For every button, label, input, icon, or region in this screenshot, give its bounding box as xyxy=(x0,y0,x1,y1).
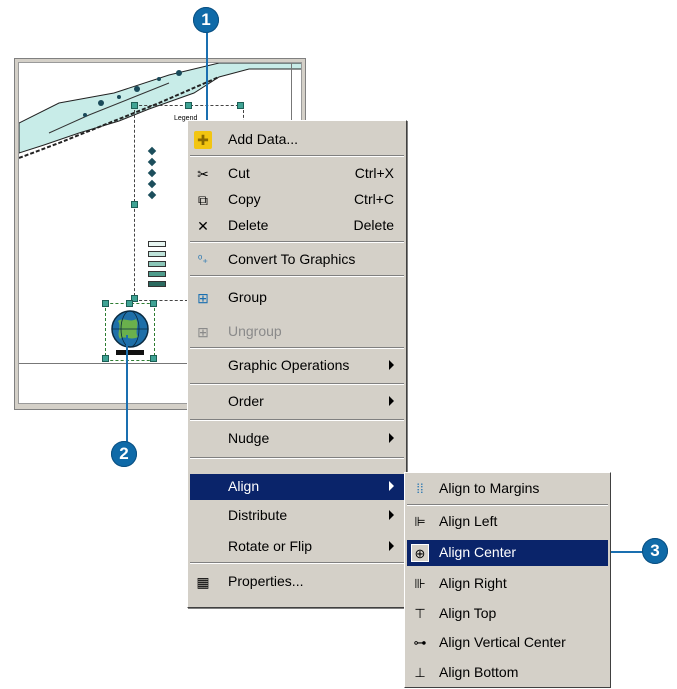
globe-icon xyxy=(111,310,149,348)
submenu-item-align-top[interactable]: ⊤ Align Top xyxy=(407,601,608,627)
align-right-icon: ⊪ xyxy=(414,576,426,591)
callout-2: 2 xyxy=(111,441,137,467)
submenu-arrow-icon xyxy=(389,433,394,443)
menu-item-copy[interactable]: ⧉ Copy Ctrl+C xyxy=(190,187,404,213)
callout-leader-line xyxy=(206,28,208,128)
menu-item-convert-to-graphics[interactable]: ⁰₊ Convert To Graphics xyxy=(190,247,404,273)
legend-symbol xyxy=(148,271,166,277)
selection-handle[interactable] xyxy=(131,201,138,208)
align-top-icon: ⊤ xyxy=(414,606,426,621)
menu-item-delete[interactable]: ✕ Delete Delete xyxy=(190,213,404,239)
delete-x-icon: ✕ xyxy=(197,218,209,234)
selection-handle[interactable] xyxy=(131,102,138,109)
align-submenu: ⁞⁞ Align to Margins ⊫ Align Left ⊕ Align… xyxy=(404,472,611,688)
globe-label xyxy=(116,350,144,355)
submenu-item-align-right[interactable]: ⊪ Align Right xyxy=(407,571,608,597)
submenu-arrow-icon xyxy=(389,481,394,491)
legend-symbol xyxy=(148,261,166,267)
submenu-item-align-center[interactable]: ⊕ Align Center xyxy=(407,540,608,566)
align-center-icon: ⊕ xyxy=(411,544,429,562)
scissors-icon: ✂ xyxy=(197,166,209,182)
menu-separator xyxy=(190,275,404,277)
selection-handle[interactable] xyxy=(102,355,109,362)
align-margins-icon: ⁞⁞ xyxy=(416,481,424,496)
group-icon: ⊞ xyxy=(197,290,209,306)
legend-symbol xyxy=(148,281,166,287)
menu-separator xyxy=(190,562,404,564)
selection-handle[interactable] xyxy=(150,355,157,362)
align-bottom-icon: ⊥ xyxy=(414,665,426,680)
align-left-icon: ⊫ xyxy=(414,514,426,529)
menu-item-cut[interactable]: ✂ Cut Ctrl+X xyxy=(190,161,404,187)
legend-symbol xyxy=(148,251,166,257)
context-menu: ✚ Add Data... ✂ Cut Ctrl+X ⧉ Copy Ctrl+C… xyxy=(187,120,407,608)
menu-separator xyxy=(190,241,404,243)
submenu-arrow-icon xyxy=(389,510,394,520)
submenu-item-align-left[interactable]: ⊫ Align Left xyxy=(407,509,608,535)
add-data-icon: ✚ xyxy=(194,131,212,149)
menu-item-order[interactable]: Order xyxy=(190,389,404,415)
properties-icon: ▦ xyxy=(196,574,210,590)
menu-separator xyxy=(190,155,404,157)
menu-item-distribute[interactable]: Distribute xyxy=(190,503,404,529)
menu-separator xyxy=(190,457,404,459)
selection-handle[interactable] xyxy=(150,300,157,307)
menu-item-graphic-operations[interactable]: Graphic Operations xyxy=(190,353,404,379)
callout-3: 3 xyxy=(642,538,668,564)
submenu-arrow-icon xyxy=(389,396,394,406)
legend-symbol xyxy=(148,241,166,247)
selection-handle[interactable] xyxy=(185,102,192,109)
submenu-arrow-icon xyxy=(389,541,394,551)
callout-leader-line xyxy=(126,335,128,445)
menu-item-align[interactable]: Align xyxy=(190,474,404,500)
menu-separator xyxy=(190,347,404,349)
selection-handle[interactable] xyxy=(126,300,133,307)
copy-icon: ⧉ xyxy=(198,192,208,208)
selection-handle[interactable] xyxy=(237,102,244,109)
menu-item-properties[interactable]: ▦ Properties... xyxy=(190,569,404,595)
callout-leader-line xyxy=(610,551,644,553)
submenu-arrow-icon xyxy=(389,360,394,370)
callout-1: 1 xyxy=(193,7,219,33)
menu-item-ungroup: ⊞ Ungroup xyxy=(190,319,404,345)
submenu-item-align-to-margins[interactable]: ⁞⁞ Align to Margins xyxy=(407,476,608,502)
menu-item-add-data[interactable]: ✚ Add Data... xyxy=(190,127,404,153)
ungroup-icon: ⊞ xyxy=(197,324,209,340)
menu-separator xyxy=(190,383,404,385)
menu-separator xyxy=(407,504,608,506)
submenu-item-align-vertical-center[interactable]: ⊶ Align Vertical Center xyxy=(407,630,608,656)
submenu-item-align-bottom[interactable]: ⊥ Align Bottom xyxy=(407,660,608,686)
convert-graphics-icon: ⁰₊ xyxy=(197,254,209,266)
menu-item-nudge[interactable]: Nudge xyxy=(190,426,404,452)
selection-handle[interactable] xyxy=(102,300,109,307)
menu-item-rotate-or-flip[interactable]: Rotate or Flip xyxy=(190,534,404,560)
menu-separator xyxy=(190,419,404,421)
align-vcenter-icon: ⊶ xyxy=(413,635,427,650)
menu-item-group[interactable]: ⊞ Group xyxy=(190,285,404,311)
